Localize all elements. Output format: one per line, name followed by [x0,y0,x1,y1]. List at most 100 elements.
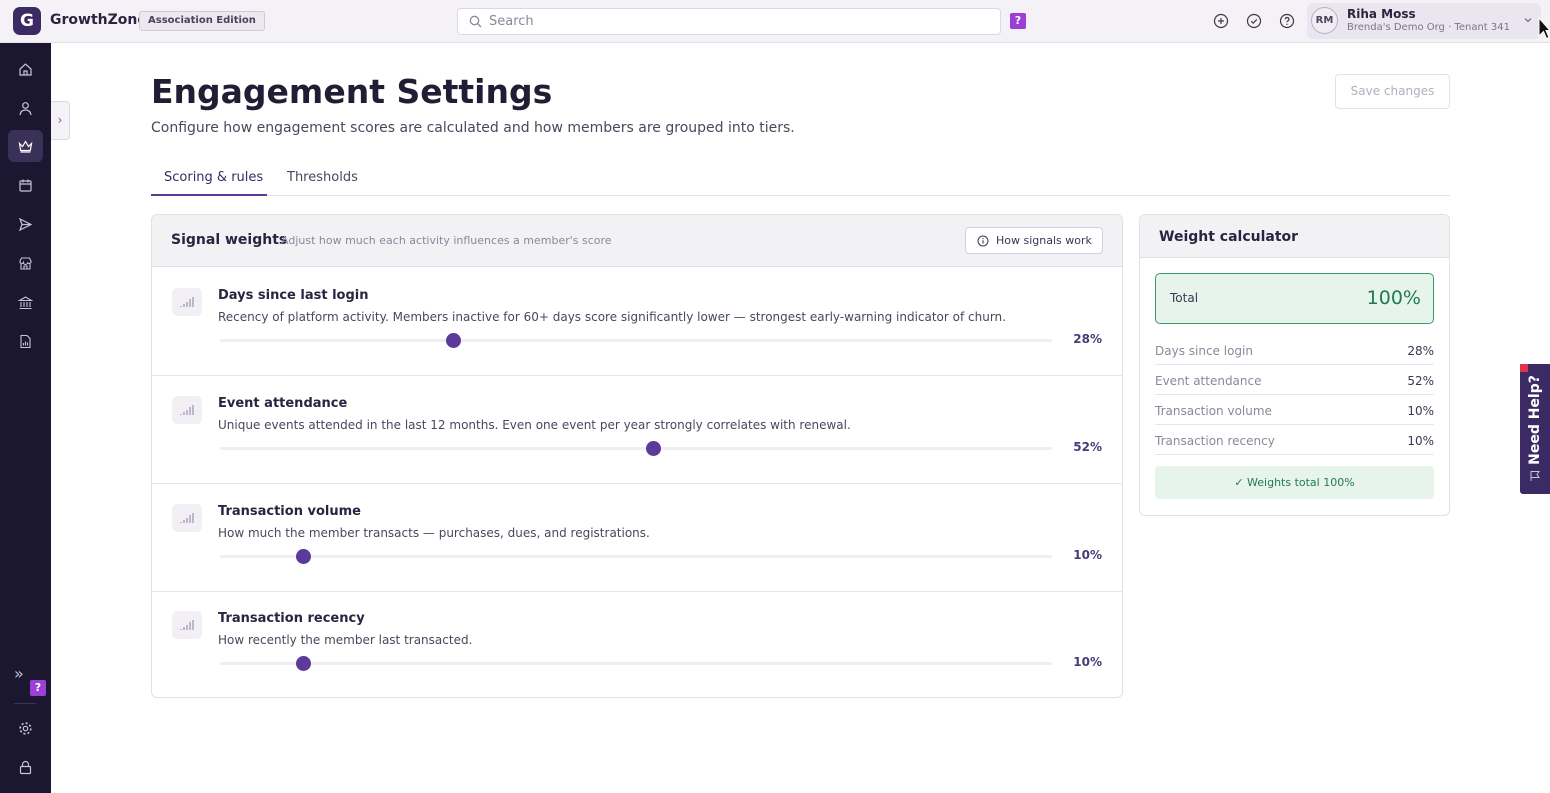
help-badge[interactable]: ? [1010,13,1026,29]
sidebar-help-badge[interactable]: ? [30,680,46,696]
weight-calculator-header: Weight calculator [1140,215,1449,258]
calculator-row-value: 10% [1407,404,1434,418]
sidebar-item-calendar[interactable] [8,169,43,201]
signal-weight-value: 10% [1073,655,1102,669]
user-menu[interactable]: RM Riha Moss Brenda's Demo Org · Tenant … [1307,3,1541,39]
signal-bars-icon [172,288,202,316]
sidebar-item-store[interactable] [8,247,43,279]
need-help-tab[interactable]: Need Help? [1520,364,1550,494]
signal-description: How recently the member last transacted. [218,633,473,647]
calculator-row-label: Transaction volume [1155,404,1272,418]
signal-slider-thumb[interactable] [296,656,312,671]
weight-calculator-title: Weight calculator [1159,229,1299,245]
top-bar: G GrowthZone Association Edition Search … [0,0,1550,43]
home-icon [19,63,32,76]
weights-status-badge: ✓ Weights total 100% [1155,466,1434,499]
signal-weights-card: Signal weights Adjust how much each acti… [151,214,1123,698]
signal-weights-subtitle: Adjust how much each activity influences… [281,234,612,247]
sidebar-item-finance[interactable] [8,286,43,318]
how-signals-work-label: How signals work [996,234,1092,247]
signal-row-transaction-recency: Transaction recency How recently the mem… [152,591,1122,697]
chevron-down-icon [1524,18,1532,23]
signal-weight-value: 10% [1073,548,1102,562]
signal-weight-value: 28% [1073,332,1102,346]
mouse-cursor-icon [1538,17,1550,40]
signal-bars-icon [172,504,202,532]
calculator-row-value: 28% [1407,344,1434,358]
calculator-row-label: Transaction recency [1155,434,1275,448]
weight-calculator-card: Weight calculator Total 100% Days since … [1139,214,1450,516]
sidebar-collapse-toggle[interactable]: › [51,101,70,140]
add-circle-icon[interactable] [1213,13,1229,29]
how-signals-work-button[interactable]: How signals work [965,227,1103,254]
calculator-row-value: 52% [1407,374,1434,388]
signal-row-login: Days since last login Recency of platfor… [152,268,1122,376]
calculator-row-label: Days since login [1155,344,1253,358]
tab-scoring-rules[interactable]: Scoring & rules [164,170,263,185]
help-circle-icon[interactable] [1279,13,1295,29]
search-placeholder: Search [489,14,534,29]
signal-name: Event attendance [218,396,348,411]
growthzone-logo[interactable]: G [13,7,41,35]
signal-slider-track[interactable] [220,333,1052,348]
avatar: RM [1311,7,1338,34]
edition-badge: Association Edition [139,11,265,31]
signal-slider-track[interactable] [220,656,1052,671]
sidebar-item-settings[interactable] [8,712,43,744]
bank-icon [18,296,33,310]
search-input[interactable]: Search [457,8,1001,35]
signal-name: Days since last login [218,288,369,303]
calculator-row: Days since login 28% [1155,335,1434,365]
signal-slider-thumb[interactable] [445,333,461,348]
store-icon [19,257,32,270]
signal-weights-header: Signal weights Adjust how much each acti… [152,215,1122,267]
total-label: Total [1170,291,1199,305]
calculator-row-label: Event attendance [1155,374,1262,388]
sidebar-item-messages[interactable] [8,208,43,240]
signal-weight-value: 52% [1073,440,1102,454]
signal-slider-thumb[interactable] [645,441,661,456]
flag-icon [1530,471,1540,481]
sidebar-item-home[interactable] [8,53,43,85]
signal-description: Recency of platform activity. Members in… [218,310,1006,324]
document-icon [20,334,31,349]
calculator-row: Transaction recency 10% [1155,425,1434,455]
tab-divider [151,195,1450,196]
signal-row-transaction-volume: Transaction volume How much the member t… [152,484,1122,592]
search-icon [469,15,482,28]
signal-bars-icon [172,396,202,424]
calculator-row: Transaction volume 10% [1155,395,1434,425]
gear-icon [19,722,32,735]
calendar-icon [19,179,32,192]
crown-icon [18,140,33,153]
signal-description: How much the member transacts — purchase… [218,526,650,540]
page-title: Engagement Settings [151,72,553,111]
save-changes-button[interactable]: Save changes [1335,74,1450,109]
need-help-label: Need Help? [1527,375,1543,465]
signal-name: Transaction recency [218,611,365,626]
active-tab-indicator [151,194,267,196]
sidebar-item-lock[interactable] [8,751,43,783]
calculator-row: Event attendance 52% [1155,365,1434,395]
total-box: Total 100% [1155,273,1434,324]
user-org: Brenda's Demo Org · Tenant 341 [1347,22,1510,33]
brand-name: GrowthZone [50,12,147,28]
lock-icon [19,760,32,775]
sidebar-item-people[interactable] [8,92,43,124]
tab-thresholds[interactable]: Thresholds [287,170,358,185]
person-icon [19,102,32,116]
signal-slider-track[interactable] [220,549,1052,564]
sidebar-item-reports[interactable] [8,325,43,357]
signal-weights-title: Signal weights [171,232,288,248]
info-icon [977,235,989,247]
signal-slider-thumb[interactable] [296,549,312,564]
sidebar-divider [14,703,36,704]
signal-row-events: Event attendance Unique events attended … [152,376,1122,484]
sidebar-item-engagement[interactable] [8,130,43,162]
check-circle-icon[interactable] [1246,13,1262,29]
total-value: 100% [1366,287,1421,309]
signal-slider-track[interactable] [220,441,1052,456]
expand-sidebar-button[interactable]: » [14,664,24,683]
sidebar: » ? [0,43,51,793]
send-icon [18,217,33,232]
